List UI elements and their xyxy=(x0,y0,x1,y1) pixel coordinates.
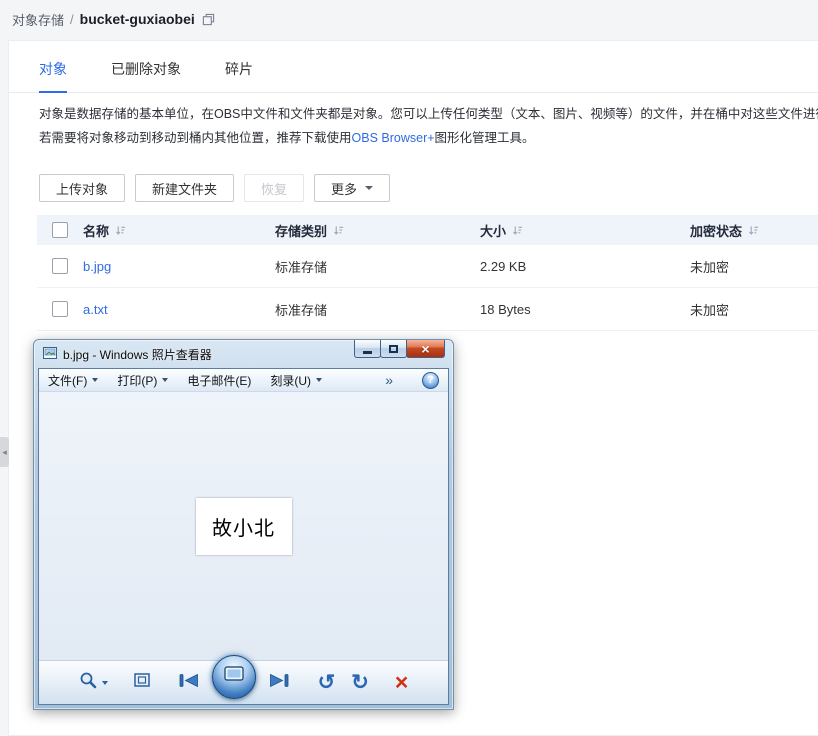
size-cell: 2.29 KB xyxy=(480,259,690,274)
maximize-button[interactable] xyxy=(380,340,407,358)
chevron-down-icon xyxy=(92,378,98,382)
menu-burn[interactable]: 刻录(U) xyxy=(270,372,322,389)
chevron-down-icon xyxy=(365,186,373,190)
table-row: b.jpg 标准存储 2.29 KB 未加密 xyxy=(37,245,818,288)
obs-browser-link[interactable]: OBS Browser+ xyxy=(352,131,435,145)
row-checkbox[interactable] xyxy=(52,301,68,317)
sort-icon[interactable] xyxy=(115,225,126,236)
sort-icon[interactable] xyxy=(333,225,344,236)
row-checkbox[interactable] xyxy=(52,258,68,274)
sort-icon[interactable] xyxy=(748,225,759,236)
zoom-button[interactable] xyxy=(79,671,108,694)
header-name: 名称 xyxy=(83,221,109,240)
header-storage-class: 存储类别 xyxy=(275,221,327,240)
sort-icon[interactable] xyxy=(512,225,523,236)
chevron-down-icon xyxy=(316,378,322,382)
tab-bar: 对象 已删除对象 碎片 xyxy=(9,41,818,93)
breadcrumb: 对象存储 / bucket-guxiaobei xyxy=(0,0,818,38)
new-folder-button[interactable]: 新建文件夹 xyxy=(135,174,234,202)
tab-objects[interactable]: 对象 xyxy=(39,59,67,92)
previous-button[interactable] xyxy=(178,673,200,693)
next-button[interactable] xyxy=(268,673,290,693)
slideshow-icon xyxy=(224,666,244,687)
more-button[interactable]: 更多 xyxy=(314,174,390,202)
photo-viewer-menubar: 文件(F) 打印(P) 电子邮件(E) 刻录(U) » ? xyxy=(39,369,448,392)
size-cell: 18 Bytes xyxy=(480,302,690,317)
encryption-cell: 未加密 xyxy=(690,257,818,276)
panel-collapse-handle[interactable]: ◂ xyxy=(0,437,9,467)
photo-viewer-app-icon xyxy=(43,346,57,363)
storage-class-cell: 标准存储 xyxy=(275,257,480,276)
maximize-icon xyxy=(389,345,398,353)
description-line1: 对象是数据存储的基本单位，在OBS中文件和文件夹都是对象。您可以上传任何类型（文… xyxy=(39,102,818,126)
description: 对象是数据存储的基本单位，在OBS中文件和文件夹都是对象。您可以上传任何类型（文… xyxy=(39,102,818,150)
menu-email[interactable]: 电子邮件(E) xyxy=(187,372,251,389)
menu-overflow-chevron[interactable]: » xyxy=(385,372,393,388)
object-name-link[interactable]: b.jpg xyxy=(83,259,111,274)
actual-size-button[interactable] xyxy=(134,673,150,692)
header-size: 大小 xyxy=(480,221,506,240)
menu-file[interactable]: 文件(F) xyxy=(48,372,98,389)
breadcrumb-section-link[interactable]: 对象存储 xyxy=(12,10,64,29)
copy-icon[interactable] xyxy=(202,13,215,26)
window-title: b.jpg - Windows 照片查看器 xyxy=(63,346,312,363)
tab-deleted-objects[interactable]: 已删除对象 xyxy=(111,59,181,92)
photo-image: 故小北 xyxy=(196,498,292,555)
description-line2-suffix: 图形化管理工具。 xyxy=(435,131,535,145)
breadcrumb-bucket-name: bucket-guxiaobei xyxy=(80,11,195,27)
restore-button[interactable]: 恢复 xyxy=(244,174,304,202)
collapse-arrow-icon: ◂ xyxy=(2,447,7,458)
tab-fragments[interactable]: 碎片 xyxy=(225,59,253,92)
objects-table: 名称 存储类别 大小 加密状态 b.jpg 标 xyxy=(37,215,818,331)
description-line2: 若需要将对象移动到移动到桶内其他位置，推荐下载使用OBS Browser+图形化… xyxy=(39,126,818,150)
header-encryption: 加密状态 xyxy=(690,221,742,240)
breadcrumb-separator: / xyxy=(70,12,74,27)
close-button[interactable]: × xyxy=(406,340,445,358)
select-all-checkbox[interactable] xyxy=(52,222,68,238)
help-button[interactable]: ? xyxy=(422,372,439,389)
chevron-down-icon xyxy=(102,681,108,685)
storage-class-cell: 标准存储 xyxy=(275,300,480,319)
previous-icon xyxy=(178,673,200,693)
minimize-icon xyxy=(363,351,372,354)
photo-viewer-window: b.jpg - Windows 照片查看器 × 文件(F) 打印(P) 电子邮件… xyxy=(33,339,454,710)
photo-viewer-toolbar: ↺ ↻ × xyxy=(39,660,448,704)
action-button-row: 上传对象 新建文件夹 恢复 更多 xyxy=(39,174,818,202)
window-controls: × xyxy=(355,340,445,358)
rotate-right-button[interactable]: ↻ xyxy=(351,672,369,693)
menu-email-label: 电子邮件(E) xyxy=(187,372,251,389)
rotate-left-button[interactable]: ↺ xyxy=(318,672,336,693)
magnifier-icon xyxy=(79,671,98,694)
actual-size-icon xyxy=(134,673,150,692)
more-button-label: 更多 xyxy=(331,179,357,198)
table-header-row: 名称 存储类别 大小 加密状态 xyxy=(37,215,818,245)
slideshow-button[interactable] xyxy=(212,655,256,699)
menu-burn-label: 刻录(U) xyxy=(270,372,311,389)
photo-viewer-canvas: 故小北 xyxy=(39,392,448,660)
delete-button[interactable]: × xyxy=(395,671,408,694)
chevron-down-icon xyxy=(162,378,168,382)
photo-viewer-client-area: 文件(F) 打印(P) 电子邮件(E) 刻录(U) » ? 故小北 xyxy=(38,368,449,705)
menu-print-label: 打印(P) xyxy=(117,372,157,389)
encryption-cell: 未加密 xyxy=(690,300,818,319)
menu-print[interactable]: 打印(P) xyxy=(117,372,168,389)
upload-object-button[interactable]: 上传对象 xyxy=(39,174,125,202)
table-row: a.txt 标准存储 18 Bytes 未加密 xyxy=(37,288,818,331)
description-line2-prefix: 若需要将对象移动到移动到桶内其他位置，推荐下载使用 xyxy=(39,131,352,145)
object-name-link[interactable]: a.txt xyxy=(83,302,108,317)
next-icon xyxy=(268,673,290,693)
page: 对象存储 / bucket-guxiaobei 对象 已删除对象 碎片 对象是数… xyxy=(0,0,818,736)
minimize-button[interactable] xyxy=(354,340,381,358)
menu-file-label: 文件(F) xyxy=(48,372,87,389)
